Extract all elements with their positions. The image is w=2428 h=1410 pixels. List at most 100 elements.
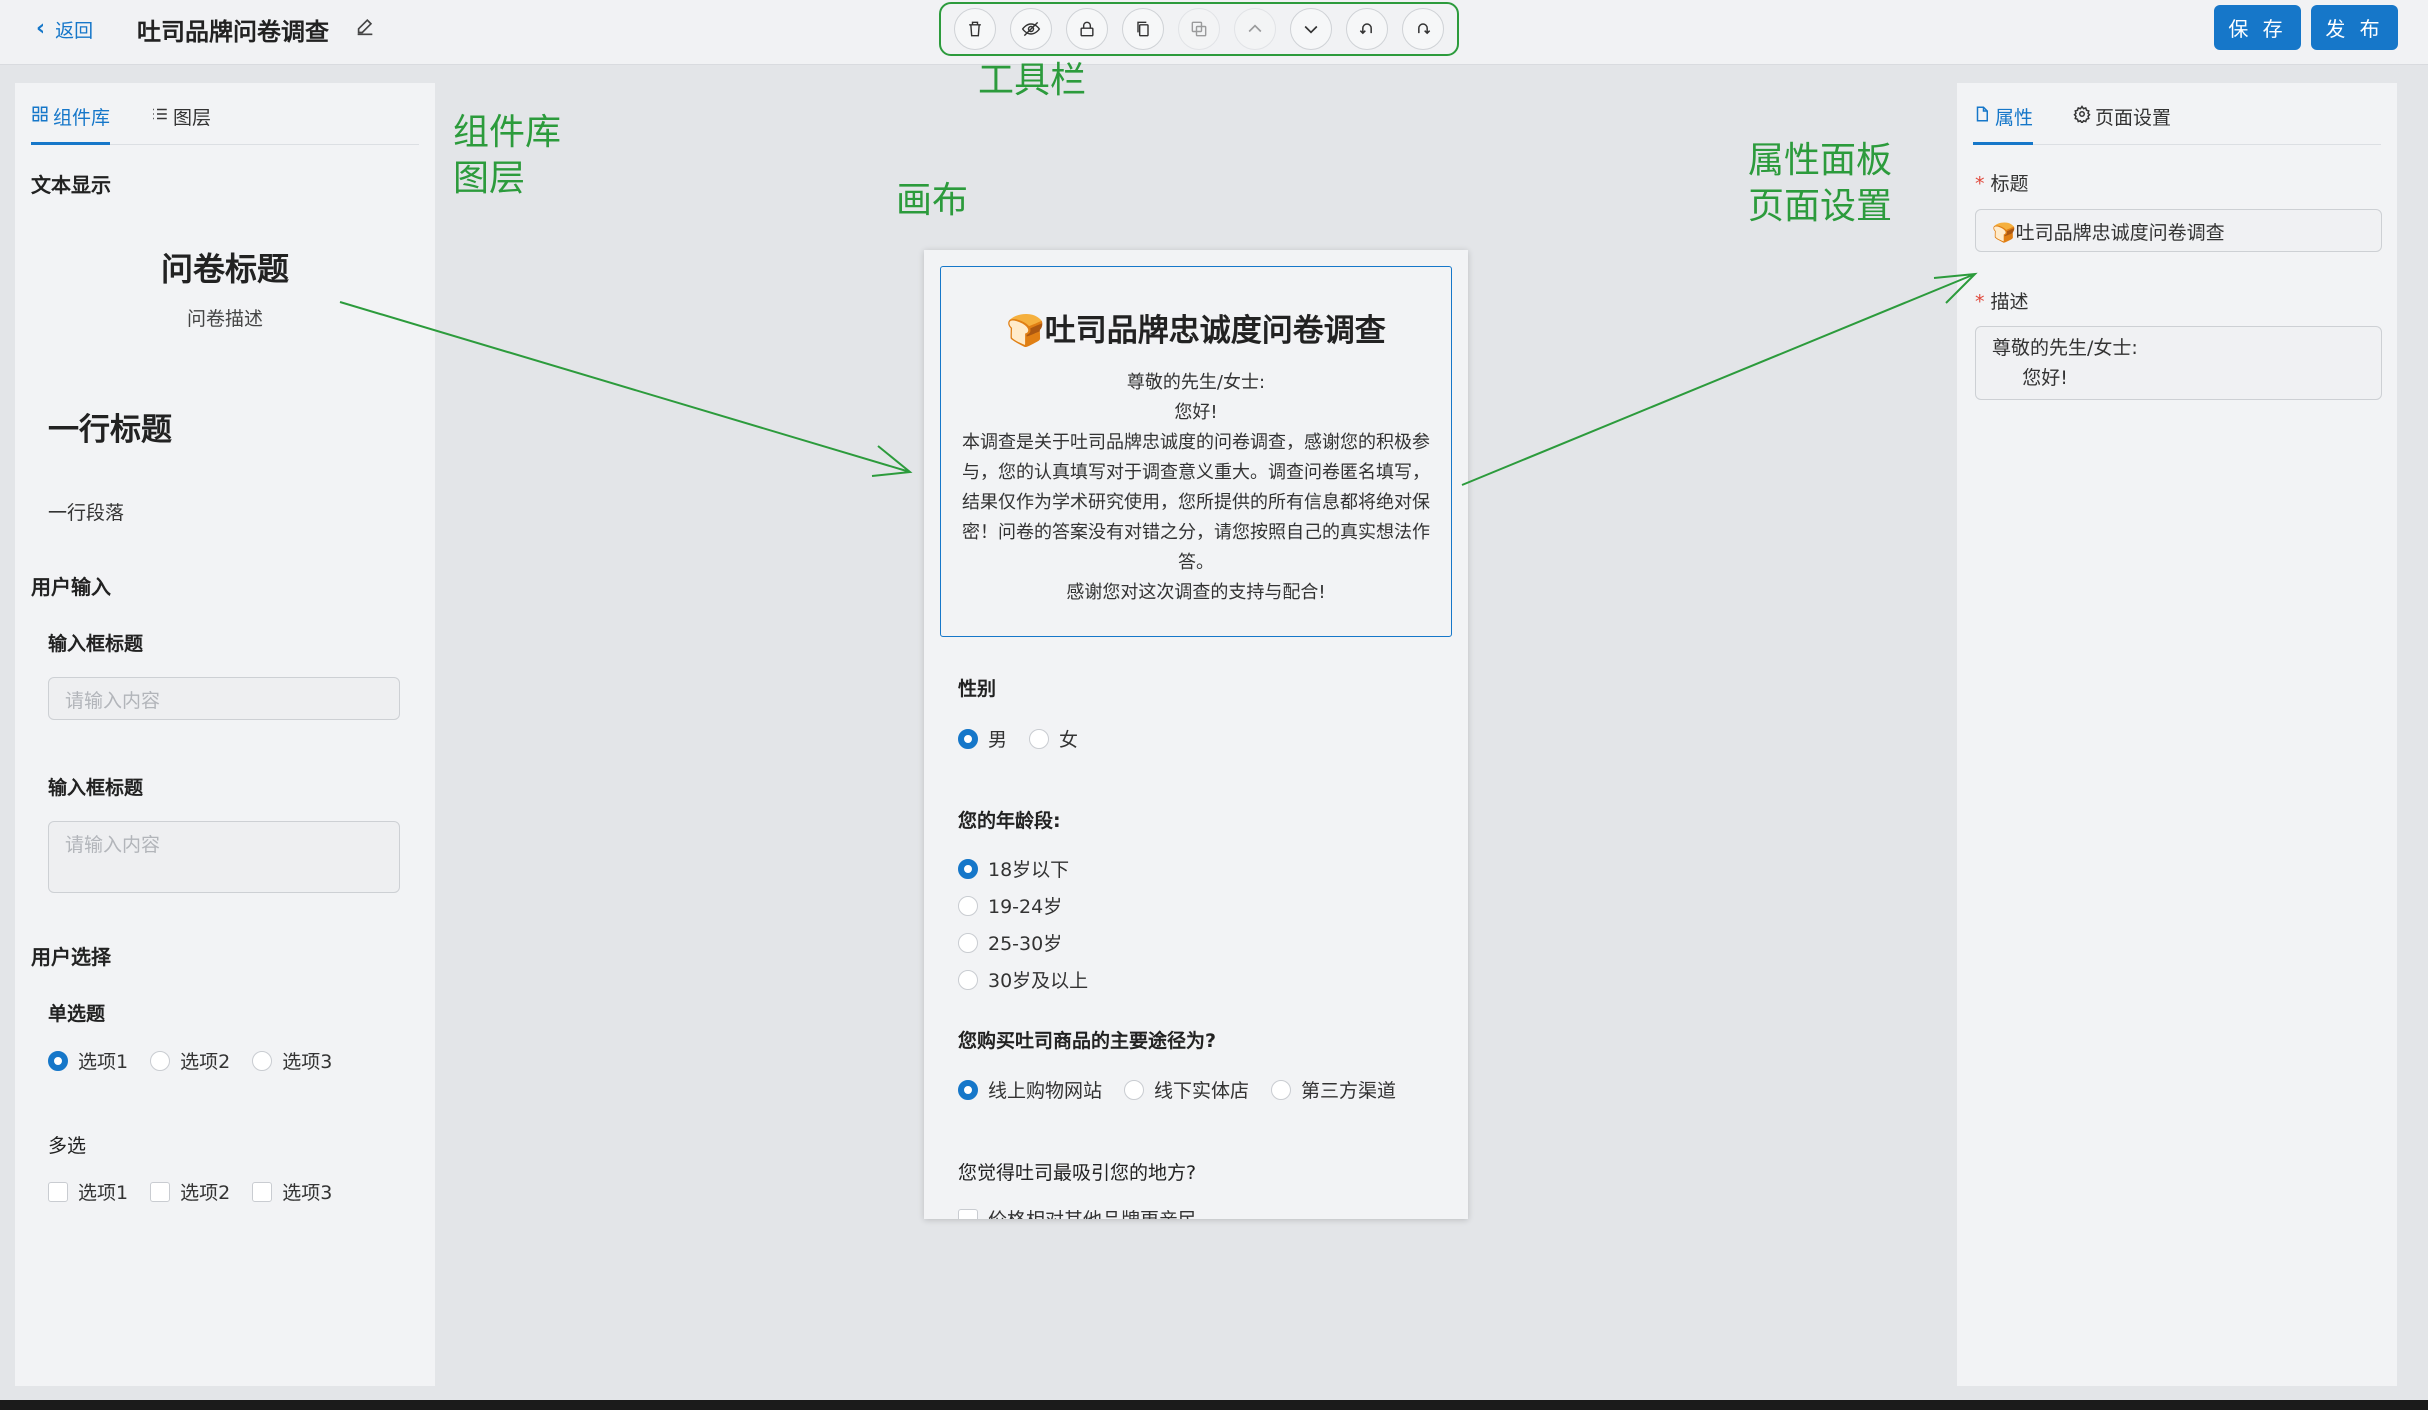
component-input-label[interactable]: 输入框标题 (48, 629, 143, 656)
radio-option[interactable]: 线下实体店 (1124, 1076, 1249, 1103)
component-checkbox-group[interactable]: 选项1 选项2 选项3 (48, 1178, 354, 1205)
option-label: 男 (988, 729, 1008, 751)
radio-option[interactable]: 30岁及以上 (958, 966, 1088, 993)
gear-icon (2073, 105, 2091, 123)
checkbox[interactable] (958, 1208, 978, 1219)
copy-button[interactable] (1122, 8, 1164, 50)
radio-option[interactable]: 选项3 (252, 1047, 332, 1074)
redo-button[interactable] (1402, 8, 1444, 50)
radio-unchecked[interactable] (1029, 728, 1050, 749)
option-label: 25-30岁 (988, 933, 1063, 955)
checkbox[interactable] (48, 1181, 68, 1202)
component-textarea-field[interactable]: 请输入内容 (48, 821, 400, 893)
hide-button[interactable] (1010, 8, 1052, 50)
toolbar (939, 2, 1459, 56)
survey-intro-block[interactable]: 🍞吐司品牌忠诚度问卷调查 尊敬的先生/女士: 您好! 本调查是关于吐司品牌忠诚度… (940, 266, 1452, 637)
delete-button[interactable] (954, 8, 996, 50)
tab-properties-label: 属性 (1995, 107, 2034, 129)
radio-option[interactable]: 第三方渠道 (1271, 1076, 1396, 1103)
chevron-left-icon: ‹ (36, 16, 46, 41)
question-gender-options: 男 女 (958, 725, 1100, 752)
radio-option[interactable]: 男 (958, 725, 1007, 752)
option-label: 30岁及以上 (988, 970, 1089, 992)
annotation-library: 组件库 图层 (453, 112, 562, 199)
checkbox[interactable] (150, 1181, 171, 1202)
annotation-properties: 属性面板 页面设置 (1748, 140, 1893, 227)
component-radio-label[interactable]: 单选题 (48, 999, 105, 1026)
title-input[interactable]: 🍞吐司品牌忠诚度问卷调查 (1975, 209, 2382, 252)
checkbox-option[interactable]: 选项1 (48, 1178, 128, 1205)
radio-option[interactable]: 选项1 (48, 1047, 128, 1074)
question-appeal-title: 您觉得吐司最吸引您的地方? (958, 1162, 1197, 1184)
radio-option[interactable]: 18岁以下 (958, 855, 1088, 882)
radio-unchecked[interactable] (1124, 1079, 1145, 1100)
tab-page-settings-label: 页面设置 (2095, 107, 2172, 129)
option-label: 18岁以下 (988, 859, 1070, 881)
checkbox-option[interactable]: 价格相对其他品牌更亲民 (958, 1205, 1197, 1219)
radio-checked[interactable] (958, 1079, 978, 1100)
annotation-canvas: 画布 (896, 180, 969, 221)
radio-unchecked[interactable] (1271, 1079, 1292, 1100)
editor-canvas[interactable]: 🍞吐司品牌忠诚度问卷调查 尊敬的先生/女士: 您好! 本调查是关于吐司品牌忠诚度… (924, 250, 1468, 1219)
move-down-button[interactable] (1290, 8, 1332, 50)
paste-button[interactable] (1178, 8, 1220, 50)
component-library-panel: 组件库 图层 文本显示 问卷标题 问卷描述 一行标题 一行段落 用户输入 输入框… (15, 83, 435, 1386)
undo-button[interactable] (1346, 8, 1388, 50)
lock-button[interactable] (1066, 8, 1108, 50)
radio-checked[interactable] (958, 858, 978, 879)
component-question-desc[interactable]: 问卷描述 (15, 304, 435, 331)
radio-unchecked[interactable] (958, 969, 978, 990)
component-checkbox-label[interactable]: 多选 (48, 1131, 86, 1158)
move-up-button[interactable] (1234, 8, 1276, 50)
checkbox-option-label: 选项3 (282, 1182, 333, 1204)
checkbox-option[interactable]: 选项3 (252, 1178, 332, 1205)
component-radio-group[interactable]: 选项1 选项2 选项3 (48, 1047, 354, 1074)
radio-option[interactable]: 女 (1029, 725, 1078, 752)
question-age-title: 您的年龄段: (958, 810, 1061, 832)
description-textarea[interactable]: 尊敬的先生/女士: 您好! (1975, 326, 2382, 400)
back-button[interactable]: ‹ 返回 (36, 14, 93, 44)
radio-unchecked[interactable] (150, 1050, 171, 1071)
radio-unchecked[interactable] (958, 895, 978, 916)
radio-option[interactable]: 选项2 (150, 1047, 230, 1074)
question-age-options: 18岁以下 19-24岁 25-30岁 30岁及以上 (958, 855, 1110, 1003)
radio-unchecked[interactable] (958, 932, 978, 953)
component-question-title[interactable]: 问卷标题 (15, 244, 435, 290)
copy-icon (1137, 21, 1149, 37)
radio-unchecked[interactable] (252, 1050, 273, 1071)
required-mark: * (1975, 173, 1985, 195)
option-label: 19-24岁 (988, 896, 1063, 918)
question-channel-title: 您购买吐司商品的主要途径为? (958, 1030, 1217, 1052)
component-textarea-label[interactable]: 输入框标题 (48, 773, 143, 800)
checkbox-option[interactable]: 选项2 (150, 1178, 230, 1205)
radio-option[interactable]: 25-30岁 (958, 929, 1088, 956)
checkbox-option-label: 选项1 (78, 1182, 129, 1204)
radio-checked[interactable] (958, 728, 978, 749)
required-mark: * (1975, 291, 1985, 313)
checkbox[interactable] (252, 1181, 273, 1202)
redo-icon (1418, 23, 1431, 35)
question-appeal-options: 价格相对其他品牌更亲民 (958, 1205, 1219, 1219)
tab-properties[interactable]: 属性 (1973, 103, 2034, 145)
radio-checked[interactable] (48, 1050, 68, 1071)
move-up-icon (1248, 24, 1262, 33)
edit-icon[interactable] (354, 16, 376, 38)
tab-layers[interactable]: 图层 (151, 103, 211, 145)
lock-icon (1080, 21, 1094, 37)
publish-button[interactable]: 发 布 (2311, 5, 2398, 50)
component-line-paragraph[interactable]: 一行段落 (48, 498, 124, 525)
tab-component-library[interactable]: 组件库 (31, 103, 111, 145)
question-channel-options: 线上购物网站 线下实体店 第三方渠道 (958, 1076, 1418, 1103)
question-gender-title: 性别 (958, 678, 997, 700)
hide-icon (1021, 21, 1041, 37)
tab-page-settings[interactable]: 页面设置 (2073, 103, 2171, 145)
component-line-title[interactable]: 一行标题 (48, 404, 172, 449)
radio-option[interactable]: 19-24岁 (958, 892, 1088, 919)
radio-option-label: 选项3 (282, 1051, 333, 1073)
description-field-label: * 描述 (1975, 287, 2029, 314)
save-button[interactable]: 保 存 (2214, 5, 2301, 50)
component-input-field[interactable]: 请输入内容 (48, 677, 400, 720)
section-text-display: 文本显示 (31, 173, 111, 197)
radio-option[interactable]: 线上购物网站 (958, 1076, 1102, 1103)
undo-icon (1359, 23, 1372, 35)
